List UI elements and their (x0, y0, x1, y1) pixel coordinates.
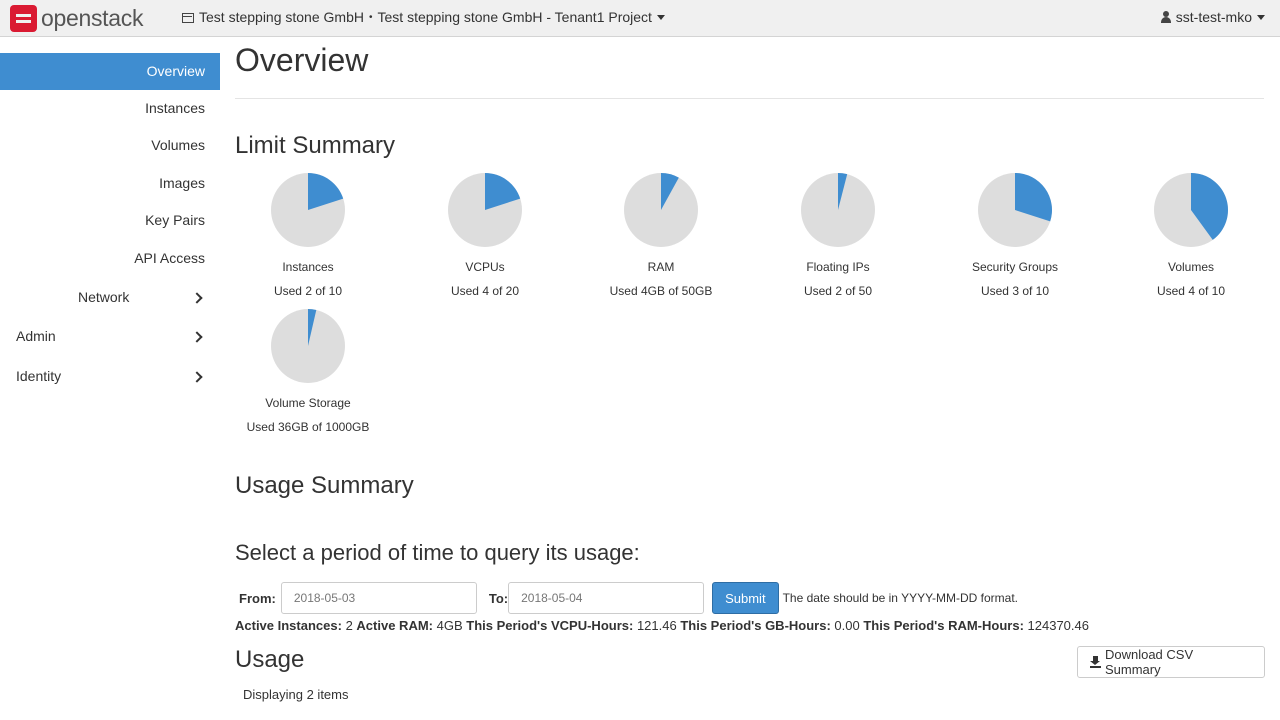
openstack-logo[interactable]: openstack (10, 5, 143, 32)
pie-label: Volume Storage (265, 396, 351, 410)
query-period-heading: Select a period of time to query its usa… (235, 540, 640, 565)
pie-used-text: Used 4GB of 50GB (609, 284, 713, 298)
pie-chart (978, 173, 1052, 247)
sidebar-item-overview[interactable]: Overview (0, 53, 220, 90)
pie-label: VCPUs (465, 260, 505, 274)
sidebar-item-label: Overview (146, 63, 205, 79)
sidebar-group-label: Identity (16, 368, 62, 384)
limit-pie-instances: Instances Used 2 of 10 (228, 172, 388, 298)
sidebar-item-images[interactable]: Images (0, 165, 220, 202)
to-date-input[interactable] (508, 582, 705, 614)
sidebar-item-volumes[interactable]: Volumes (0, 127, 220, 164)
download-csv-button[interactable]: Download CSV Summary (1077, 646, 1265, 678)
limit-summary-heading: Limit Summary (235, 132, 396, 159)
pie-chart (624, 173, 698, 247)
active-instances-label: Active Instances: (235, 618, 342, 633)
pie-used-text: Used 2 of 10 (273, 284, 343, 298)
sidebar-item-api-access[interactable]: API Access (0, 240, 220, 277)
sidebar-group-admin[interactable]: Admin (16, 321, 213, 351)
sidebar-group-network[interactable]: Network (78, 282, 213, 312)
gb-hours-value: 0.00 (834, 618, 860, 633)
pie-label: Floating IPs (806, 260, 870, 274)
pie-chart (271, 173, 345, 247)
caret-down-icon (656, 14, 665, 20)
active-ram-label: Active RAM: (356, 618, 433, 633)
pie-chart (801, 173, 875, 247)
pie-chart (1154, 173, 1228, 247)
pie-used-text: Used 4 of 10 (1156, 284, 1226, 298)
vcpu-hours-value: 121.46 (636, 618, 677, 633)
project-icon (182, 12, 194, 23)
submit-button[interactable]: Submit (712, 582, 779, 614)
sidebar-item-label: Key Pairs (145, 212, 205, 228)
openstack-logo-icon (10, 5, 37, 32)
chevron-right-icon (191, 292, 203, 304)
pie-used-text: Used 36GB of 1000GB (246, 420, 370, 434)
ram-hours-value: 124370.46 (1027, 618, 1089, 633)
limit-pie-floating-ips: Floating IPs Used 2 of 50 (758, 172, 918, 298)
sidebar: Overview Instances Volumes Images Key Pa… (0, 37, 220, 720)
download-icon (1090, 656, 1101, 668)
sidebar-group-label: Network (78, 289, 130, 305)
usage-summary-heading: Usage Summary (235, 472, 414, 499)
sidebar-item-label: Images (159, 175, 205, 191)
pie-chart (448, 173, 522, 247)
pie-chart (271, 309, 345, 383)
project-name: Test stepping stone GmbH (199, 9, 364, 25)
pie-used-text: Used 4 of 20 (450, 284, 520, 298)
limit-pie-volume-storage: Volume Storage Used 36GB of 1000GB (228, 308, 388, 434)
active-instances-value: 2 (345, 618, 353, 633)
gb-hours-label: This Period's GB-Hours: (680, 618, 831, 633)
sidebar-group-label: Admin (16, 328, 56, 344)
to-label: To: (488, 590, 509, 606)
download-csv-label: Download CSV Summary (1104, 647, 1194, 677)
limit-pie-security-groups: Security Groups Used 3 of 10 (935, 172, 1095, 298)
logo-text: openstack (41, 5, 144, 31)
ram-hours-label: This Period's RAM-Hours: (863, 618, 1024, 633)
caret-down-icon (1257, 14, 1265, 20)
sidebar-item-label: Volumes (151, 137, 205, 153)
chevron-right-icon (191, 371, 203, 383)
sidebar-item-key-pairs[interactable]: Key Pairs (0, 202, 220, 239)
vcpu-hours-label: This Period's VCPU-Hours: (466, 618, 634, 633)
header-divider (235, 98, 1264, 99)
pie-label: Security Groups (971, 260, 1059, 274)
top-navbar: openstack Test stepping stone GmbH • Tes… (0, 0, 1280, 37)
user-name: sst-test-mko (1175, 9, 1252, 25)
pie-label: Instances (282, 260, 334, 274)
pie-label: Volumes (1167, 260, 1215, 274)
sidebar-group-identity[interactable]: Identity (16, 361, 213, 391)
pie-used-text: Used 3 of 10 (980, 284, 1050, 298)
pie-label: RAM (647, 260, 675, 274)
page-title: Overview (235, 42, 369, 78)
pie-used-text: Used 2 of 50 (803, 284, 873, 298)
sidebar-item-instances[interactable]: Instances (0, 90, 220, 127)
sidebar-item-label: Instances (145, 100, 205, 116)
active-ram-value: 4GB (436, 618, 463, 633)
user-icon (1160, 11, 1171, 23)
usage-heading: Usage (235, 646, 305, 673)
limit-pie-volumes: Volumes Used 4 of 10 (1111, 172, 1271, 298)
date-format-hint: The date should be in YYYY-MM-DD format. (782, 591, 1019, 605)
usage-stats: Active Instances: 2 Active RAM: 4GB This… (235, 618, 1089, 633)
usage-query-form: From: To: Submit The date should be in Y… (239, 582, 1018, 614)
limit-pie-vcpus: VCPUs Used 4 of 20 (405, 172, 565, 298)
project-detail: Test stepping stone GmbH - Tenant1 Proje… (377, 9, 652, 25)
project-separator: • (368, 11, 373, 23)
chevron-right-icon (191, 331, 203, 343)
project-selector[interactable]: Test stepping stone GmbH • Test stepping… (182, 9, 665, 25)
from-label: From: (239, 590, 276, 606)
sidebar-item-label: API Access (134, 250, 205, 266)
items-count: Displaying 2 items (243, 687, 349, 702)
user-menu[interactable]: sst-test-mko (1160, 9, 1265, 25)
from-date-input[interactable] (280, 582, 477, 614)
limit-pie-ram: RAM Used 4GB of 50GB (581, 172, 741, 298)
